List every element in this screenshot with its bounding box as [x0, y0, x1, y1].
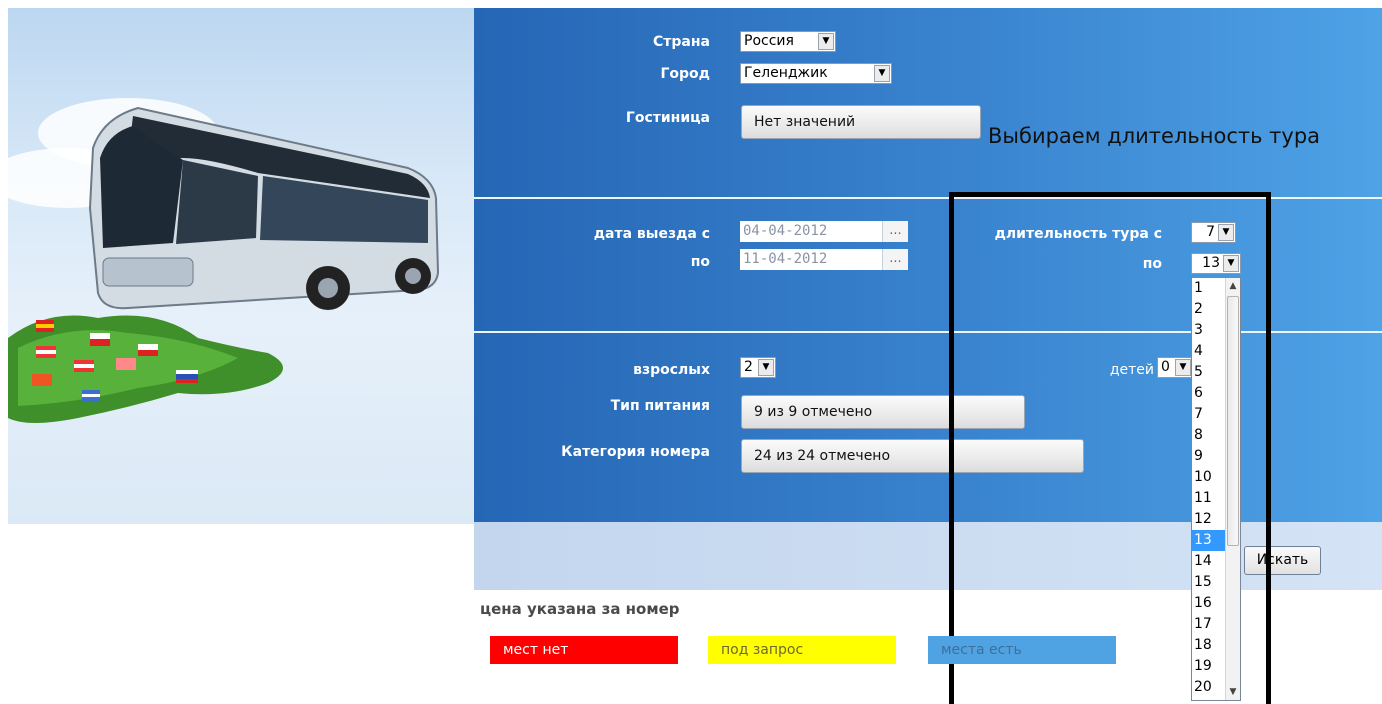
dropdown-options: 1 2 3 4 5 6 7 8 9 10 11 12 13 14 15 16 17 18 19 20 — [1192, 278, 1226, 698]
date-from-input[interactable]: 04-04-2012 — [740, 221, 882, 242]
price-note: цена указана за номер — [480, 600, 680, 618]
dropdown-option[interactable]: 9 — [1192, 446, 1226, 467]
room-label: Категория номера — [561, 444, 710, 460]
meal-select-button[interactable]: 9 из 9 отмечено — [741, 395, 1025, 429]
dropdown-option[interactable]: 6 — [1192, 383, 1226, 404]
city-value: Геленджик — [744, 65, 828, 81]
divider — [474, 197, 1382, 199]
dropdown-option[interactable]: 12 — [1192, 509, 1226, 530]
scroll-down-icon[interactable]: ▼ — [1226, 684, 1240, 700]
city-label: Город — [660, 66, 711, 82]
dropdown-option[interactable]: 18 — [1192, 635, 1226, 656]
room-select-button[interactable]: 24 из 24 отмечено — [741, 439, 1084, 473]
dropdown-option[interactable]: 19 — [1192, 656, 1226, 677]
adults-label: взрослых — [633, 362, 710, 378]
divider — [474, 331, 1382, 333]
dropdown-option[interactable]: 20 — [1192, 677, 1226, 698]
duration-to-value: 13 — [1202, 255, 1220, 271]
dropdown-option[interactable]: 15 — [1192, 572, 1226, 593]
dropdown-option[interactable]: 8 — [1192, 425, 1226, 446]
hotel-select-button[interactable]: Нет значений — [741, 105, 981, 139]
scroll-up-icon[interactable]: ▲ — [1226, 278, 1240, 294]
children-label: детей — [1109, 362, 1154, 378]
dropdown-option[interactable]: 16 — [1192, 593, 1226, 614]
dropdown-option[interactable]: 5 — [1192, 362, 1226, 383]
duration-from-select[interactable]: 7 ▼ — [1191, 222, 1236, 243]
annotation-title: Выбираем длительность тура — [988, 124, 1321, 148]
dropdown-option[interactable]: 4 — [1192, 341, 1226, 362]
bus-on-map-image — [8, 106, 440, 423]
dropdown-option[interactable]: 11 — [1192, 488, 1226, 509]
hero-illustration — [8, 8, 474, 524]
chevron-down-icon: ▼ — [1223, 255, 1239, 272]
dropdown-option[interactable]: 10 — [1192, 467, 1226, 488]
date-to-picker-button[interactable]: ... — [882, 249, 908, 270]
adults-value: 2 — [744, 359, 753, 375]
dropdown-option[interactable]: 1 — [1192, 278, 1226, 299]
date-to-label: по — [690, 254, 710, 270]
children-select[interactable]: 0 ▼ — [1157, 357, 1193, 378]
dropdown-option[interactable]: 2 — [1192, 299, 1226, 320]
children-value: 0 — [1161, 359, 1170, 375]
date-from-label: дата выезда с — [593, 226, 710, 242]
legend-places-available: места есть — [928, 636, 1116, 664]
country-label: Страна — [653, 34, 710, 50]
legend-on-request: под запрос — [708, 636, 896, 664]
date-from-picker-button[interactable]: ... — [882, 221, 908, 242]
meal-label: Тип питания — [610, 398, 710, 414]
dropdown-option[interactable]: 13 — [1192, 530, 1226, 551]
duration-to-label: по — [1142, 256, 1162, 272]
dropdown-option[interactable]: 7 — [1192, 404, 1226, 425]
adults-select[interactable]: 2 ▼ — [740, 357, 776, 378]
duration-from-value: 7 — [1206, 224, 1215, 240]
chevron-down-icon: ▼ — [874, 65, 890, 82]
search-button[interactable]: Искать — [1244, 546, 1321, 575]
date-to-input[interactable]: 11-04-2012 — [740, 249, 882, 270]
hotel-label: Гостиница — [625, 110, 710, 126]
duration-from-label: длительность тура с — [994, 226, 1162, 242]
scrollbar-thumb[interactable] — [1227, 296, 1239, 546]
dropdown-option[interactable]: 17 — [1192, 614, 1226, 635]
dropdown-option[interactable]: 14 — [1192, 551, 1226, 572]
dropdown-scrollbar[interactable]: ▲ ▼ — [1225, 278, 1240, 700]
dropdown-option[interactable]: 3 — [1192, 320, 1226, 341]
chevron-down-icon: ▼ — [1175, 359, 1191, 376]
chevron-down-icon: ▼ — [1218, 224, 1234, 241]
country-select[interactable]: Россия ▼ — [740, 31, 836, 52]
chevron-down-icon: ▼ — [758, 359, 774, 376]
legend-no-places: мест нет — [490, 636, 678, 664]
chevron-down-icon: ▼ — [818, 33, 834, 50]
city-select[interactable]: Геленджик ▼ — [740, 63, 892, 84]
country-value: Россия — [744, 33, 794, 49]
duration-to-select[interactable]: 13 ▼ — [1191, 253, 1241, 274]
duration-dropdown-list[interactable]: 1 2 3 4 5 6 7 8 9 10 11 12 13 14 15 16 17 18 19 20 ▲ ▼ — [1191, 277, 1241, 701]
